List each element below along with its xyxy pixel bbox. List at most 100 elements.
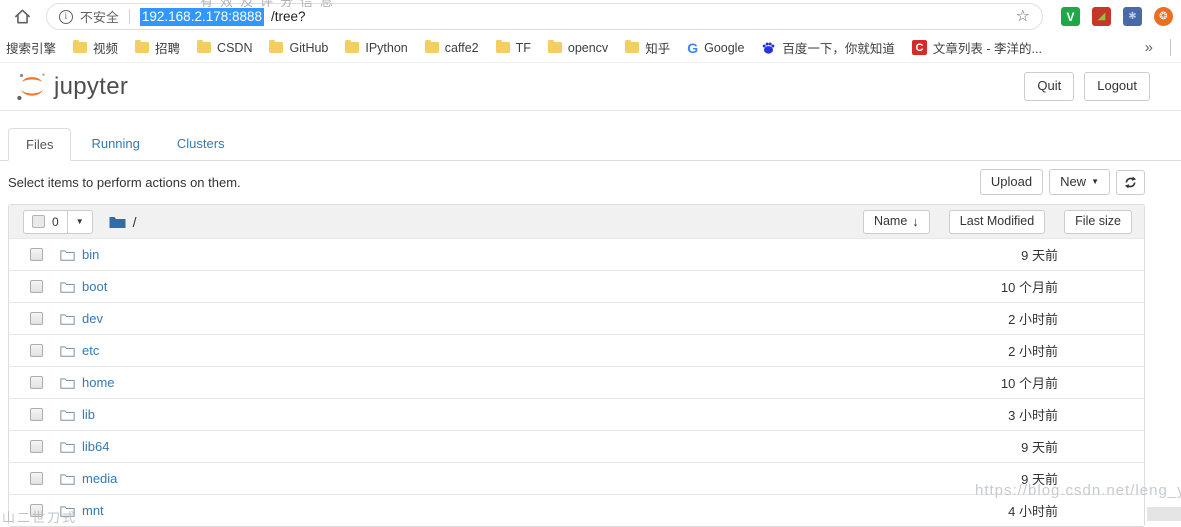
- bookmark-item[interactable]: 百度一下，你就知道: [761, 38, 895, 57]
- select-all-group: 0 ▼: [23, 210, 93, 234]
- jupyter-logo-text: jupyter: [54, 73, 128, 101]
- bookmark-label: IPython: [365, 41, 407, 55]
- row-checkbox[interactable]: [30, 312, 43, 325]
- file-name-link[interactable]: home: [82, 375, 115, 390]
- bookmarks-list: 搜索引擎 视频招聘 CSDN GitHub IPython caffe2 TF opencv 知…: [6, 38, 1042, 57]
- info-icon[interactable]: i: [59, 10, 73, 24]
- table-row: etc 2 小时前: [9, 334, 1144, 366]
- last-modified-value: 10 个月前: [888, 373, 1058, 392]
- folder-icon: [60, 409, 75, 421]
- file-name-link[interactable]: lib64: [82, 439, 109, 454]
- select-all-button[interactable]: 0: [23, 210, 68, 234]
- last-modified-value: 9 天前: [888, 245, 1058, 264]
- last-modified-value: 10 个月前: [888, 277, 1058, 296]
- bookmark-folder-icon: [73, 42, 87, 53]
- chevron-down-icon: ▼: [76, 217, 84, 226]
- last-modified-value: 9 天前: [888, 437, 1058, 456]
- bookmark-item[interactable]: TF: [496, 41, 531, 55]
- file-name-link[interactable]: etc: [82, 343, 99, 358]
- bookmark-folder-icon: [496, 42, 510, 53]
- csdn-icon: C: [912, 40, 927, 55]
- folder-icon: [60, 505, 75, 517]
- row-checkbox[interactable]: [30, 408, 43, 421]
- v-extension-icon[interactable]: V: [1061, 7, 1080, 26]
- row-checkbox[interactable]: [30, 472, 43, 485]
- new-button-label: New: [1060, 175, 1086, 189]
- new-dropdown-button[interactable]: New ▼: [1049, 169, 1110, 195]
- bookmark-item[interactable]: GitHub: [269, 41, 328, 55]
- sort-size-button[interactable]: File size: [1064, 210, 1132, 234]
- bookmark-folder-icon: [197, 42, 211, 53]
- table-row: lib64 9 天前: [9, 430, 1144, 462]
- bookmark-item[interactable]: 视频: [73, 38, 118, 57]
- bookmark-label: 文章列表 - 李洋的...: [933, 38, 1042, 57]
- file-rows: bin 9 天前 boot 10 个月前 dev 2 小时前 etc 2 小时前: [9, 238, 1144, 526]
- bookmark-item[interactable]: 招聘: [135, 38, 180, 57]
- bookmark-item[interactable]: GGoogle: [687, 41, 744, 55]
- bookmark-item[interactable]: CSDN: [197, 41, 252, 55]
- home-icon[interactable]: [12, 6, 34, 28]
- list-header: 0 ▼ / Name ↓ Last Modified File size: [9, 205, 1144, 238]
- row-checkbox[interactable]: [30, 280, 43, 293]
- row-checkbox[interactable]: [30, 376, 43, 389]
- bookmark-item[interactable]: IPython: [345, 41, 407, 55]
- security-label: 不安全: [80, 7, 119, 26]
- file-name-link[interactable]: bin: [82, 247, 99, 262]
- folder-icon: [60, 377, 75, 389]
- bookmark-item[interactable]: 搜索引擎: [6, 38, 56, 57]
- url-selected-text[interactable]: 192.168.2.178:8888: [140, 8, 264, 26]
- file-name-link[interactable]: media: [82, 471, 117, 486]
- header-actions: Quit Logout: [1024, 72, 1150, 100]
- file-name-link[interactable]: dev: [82, 311, 103, 326]
- jupyter-logo-icon: [14, 71, 50, 103]
- address-bar[interactable]: i 不安全 192.168.2.178:8888 /tree? ☆: [46, 3, 1043, 30]
- bookmark-folder-icon: [135, 42, 149, 53]
- tab-clusters[interactable]: Clusters: [160, 128, 242, 161]
- bookmark-item[interactable]: opencv: [548, 41, 608, 55]
- last-modified-value: 2 小时前: [888, 341, 1058, 360]
- bookmark-folder-icon: [425, 42, 439, 53]
- file-name-link[interactable]: lib: [82, 407, 95, 422]
- bookmark-item[interactable]: caffe2: [425, 41, 479, 55]
- table-row: dev 2 小时前: [9, 302, 1144, 334]
- row-checkbox[interactable]: [30, 344, 43, 357]
- breadcrumb[interactable]: /: [133, 214, 137, 230]
- v-extension-icon-glyph: V: [1066, 10, 1074, 24]
- bookmark-label: 百度一下，你就知道: [782, 38, 895, 57]
- bookmark-star-icon[interactable]: ☆: [1016, 9, 1030, 25]
- bookmark-item[interactable]: 知乎: [625, 38, 670, 57]
- foxit-extension-icon[interactable]: ◢: [1092, 7, 1111, 26]
- puzzle-extension-icon[interactable]: ✱: [1123, 7, 1142, 26]
- sort-name-button[interactable]: Name ↓: [863, 210, 930, 234]
- jupyter-logo[interactable]: jupyter: [14, 71, 128, 103]
- ubuntu-extension-icon[interactable]: ❂: [1154, 7, 1173, 26]
- sort-modified-button[interactable]: Last Modified: [949, 210, 1045, 234]
- breadcrumb-folder-icon[interactable]: [109, 215, 126, 229]
- logout-button[interactable]: Logout: [1084, 72, 1150, 100]
- url-suffix-text[interactable]: /tree?: [271, 9, 306, 24]
- quit-button[interactable]: Quit: [1024, 72, 1074, 100]
- file-name-link[interactable]: boot: [82, 279, 107, 294]
- tab-files[interactable]: Files: [8, 128, 71, 161]
- tab-running[interactable]: Running: [74, 128, 156, 161]
- bookmark-folder-icon: [269, 42, 283, 53]
- upload-button[interactable]: Upload: [980, 169, 1043, 195]
- select-items-message: Select items to perform actions on them.: [8, 175, 241, 190]
- bookmark-folder-icon: [625, 42, 639, 53]
- select-all-checkbox[interactable]: [32, 215, 45, 228]
- bookmark-label: 视频: [93, 38, 118, 57]
- refresh-button[interactable]: [1116, 170, 1145, 195]
- row-checkbox[interactable]: [30, 248, 43, 261]
- bookmark-item[interactable]: C 文章列表 - 李洋的...: [912, 38, 1042, 57]
- row-checkbox[interactable]: [30, 440, 43, 453]
- bookmark-label: CSDN: [217, 41, 252, 55]
- bookmarks-overflow-icon[interactable]: »: [1145, 39, 1153, 56]
- bookmark-label: Google: [704, 41, 744, 55]
- folder-icon: [60, 313, 75, 325]
- select-dropdown-button[interactable]: ▼: [68, 210, 93, 234]
- refresh-icon: [1124, 176, 1137, 189]
- table-row: bin 9 天前: [9, 238, 1144, 270]
- row-checkbox[interactable]: [30, 504, 43, 517]
- last-modified-value: 9 天前: [888, 469, 1058, 488]
- file-name-link[interactable]: mnt: [82, 503, 104, 518]
